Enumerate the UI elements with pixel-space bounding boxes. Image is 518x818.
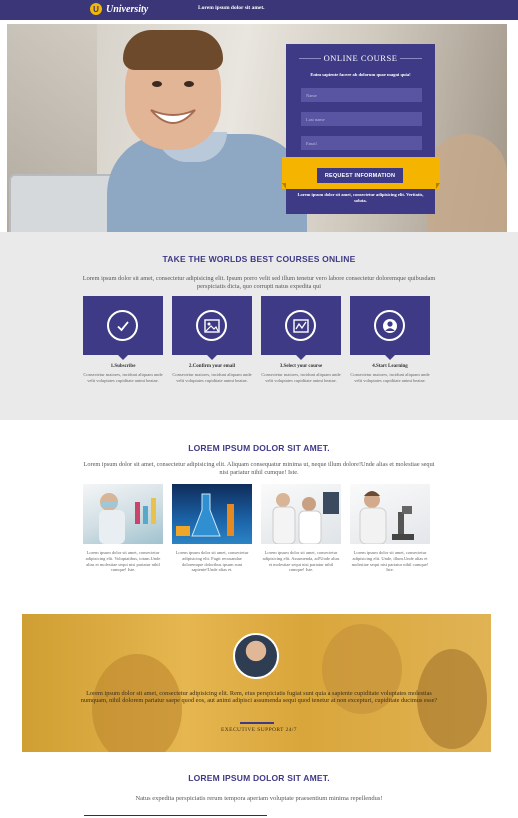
lab-description: Lorem ipsum dolor sit amet, consectetur … xyxy=(175,550,249,573)
testimonial-avatar xyxy=(233,633,279,679)
lab-photo-microscope[interactable] xyxy=(350,484,430,544)
title-divider-right xyxy=(400,58,422,59)
lab-description: Lorem ipsum dolor sit amet, consectetur … xyxy=(85,550,161,573)
step-title: 1.Subscribe xyxy=(110,364,136,369)
lab-photo-flasks[interactable] xyxy=(172,484,252,544)
labs-intro: Lorem ipsum dolor sit amet, consectetur … xyxy=(83,461,435,476)
step-title: 2.Confirm your email xyxy=(188,364,236,369)
logo-icon: U xyxy=(90,3,102,15)
brand-logo[interactable]: U University xyxy=(90,3,148,15)
author-divider xyxy=(240,722,274,724)
lab-photo-team[interactable] xyxy=(261,484,341,544)
step-description: Consectetur maiores, incidunt aliquam un… xyxy=(261,372,341,383)
check-icon xyxy=(107,310,138,341)
last-section-subtitle: Natus expedita perspiciatis rerum tempor… xyxy=(135,795,383,802)
user-icon xyxy=(374,310,405,341)
steps-intro: Lorem ipsum dolor sit amet, consectetur … xyxy=(82,275,436,290)
form-footer: Lorem ipsum dolor sit amet, consectetur … xyxy=(286,189,435,214)
steps-title: TAKE THE WORLDS BEST COURSES ONLINE xyxy=(162,254,356,264)
brand-name: University xyxy=(106,3,149,15)
lab-description: Lorem ipsum dolor sit amet, consectetur … xyxy=(351,550,429,573)
last-section-title: LOREM IPSUM DOLOR SIT AMET. xyxy=(188,773,330,783)
testimonial-author: EXECUTIVE SUPPORT 24/7 xyxy=(221,727,297,733)
testimonial-quote: Lorem ipsum dolor sit amet, consectetur … xyxy=(80,690,438,705)
step-title: 3.Select your course xyxy=(279,364,323,369)
lab-photo-scientist[interactable] xyxy=(83,484,163,544)
last-name-input[interactable] xyxy=(301,112,422,126)
step-description: Consectetur maiores, incidunt aliquam un… xyxy=(172,372,252,383)
form-footer-text: Lorem ipsum dolor sit amet, consectetur … xyxy=(297,192,424,203)
form-subtitle: Enim sapiente facere ab dolorum quae mag… xyxy=(310,72,411,77)
step-select-course[interactable] xyxy=(261,296,341,360)
name-input[interactable] xyxy=(301,88,422,102)
top-nav-bar: U University Lorem ipsum dolor sit amet. xyxy=(0,0,518,20)
email-input[interactable] xyxy=(301,136,422,150)
step-confirm-email[interactable] xyxy=(172,296,252,360)
header-tagline: Lorem ipsum dolor sit amet. xyxy=(198,5,265,11)
chart-icon xyxy=(285,310,316,341)
step-subscribe[interactable] xyxy=(83,296,163,360)
section-divider xyxy=(84,815,267,816)
image-icon xyxy=(196,310,227,341)
request-information-button[interactable]: REQUEST INFORMATION xyxy=(317,168,403,183)
hero-student-hair xyxy=(123,30,223,70)
step-description: Consectetur maiores, incidunt aliquam un… xyxy=(350,372,430,383)
step-start-learning[interactable] xyxy=(350,296,430,360)
lab-description: Lorem ipsum dolor sit amet, consectetur … xyxy=(262,550,340,573)
step-title: 4.Start Learning xyxy=(372,364,408,369)
labs-title: LOREM IPSUM DOLOR SIT AMET. xyxy=(188,443,330,453)
step-description: Consectetur maiores, incidunt aliquam un… xyxy=(83,372,163,383)
